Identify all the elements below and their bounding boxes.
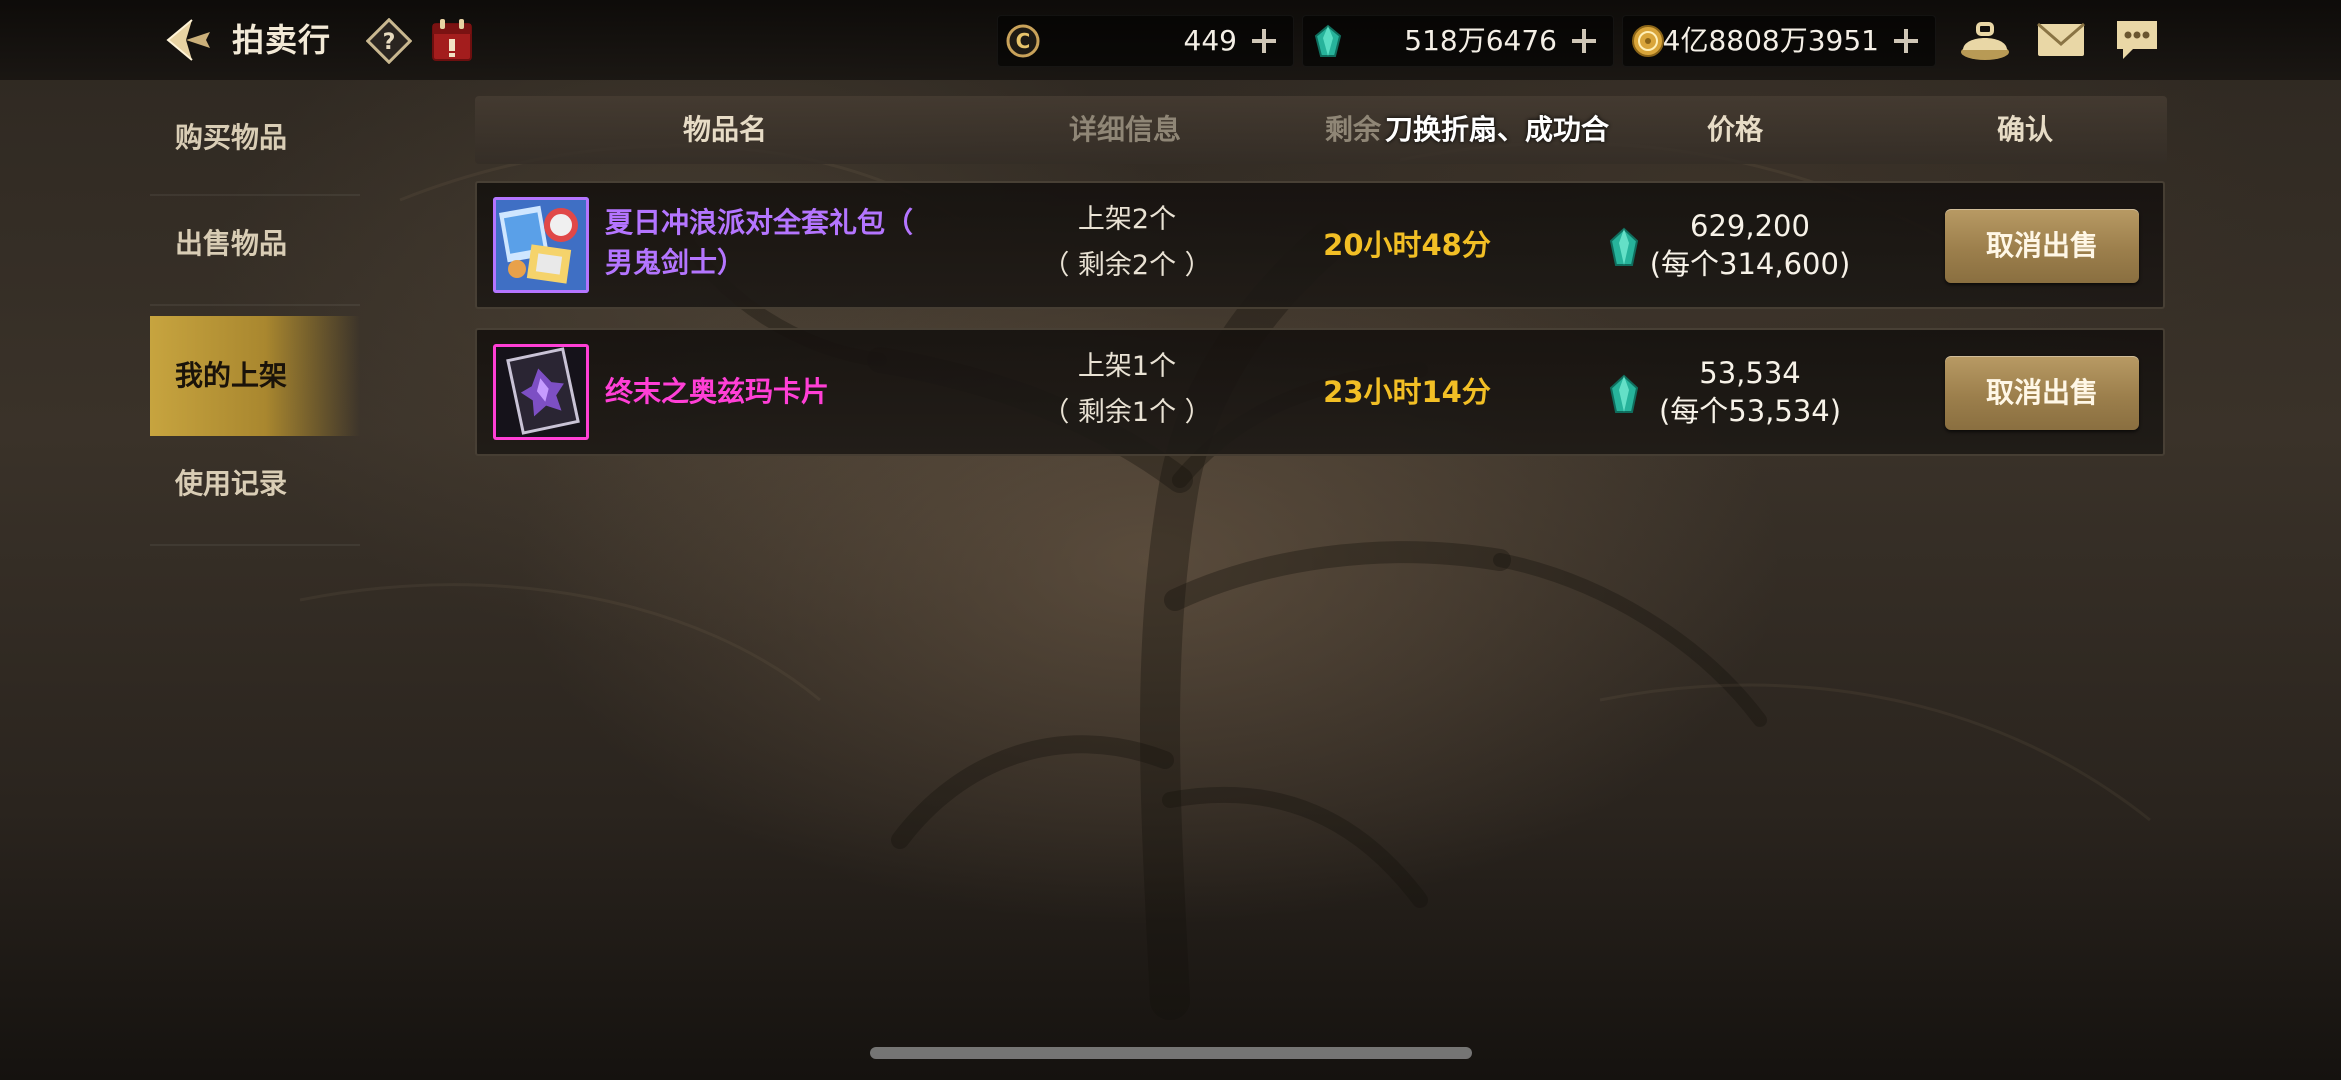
sidebar-item-sell[interactable]: 出售物品 [150,196,360,306]
table-row: 终末之奥兹玛卡片 上架1个 （ 剩余1个 ） 23小时14分 53,534 (每… [475,328,2165,456]
cancel-sale-button[interactable]: 取消出售 [1945,209,2139,283]
auction-house-screen: 拍卖行 ? C 449 518万6476 4亿8808万3951 购买物品 出售… [0,0,2341,1080]
c-coin-value: 449 [1183,24,1237,57]
column-header-detail: 详细信息 [1068,113,1181,146]
item-name-line-1: 夏日冲浪派对全套礼包（ [605,206,914,239]
remaining-count: （ 剩余1个 ） [1042,397,1212,428]
page-title: 拍卖行 [232,21,332,59]
svg-text:C: C [1016,29,1031,53]
gem-icon [1609,227,1639,266]
sidebar-item-my-listings[interactable]: 我的上架 [150,316,360,436]
price: 629,200 (每个314,600) [1645,207,1855,283]
price-each: (每个314,600) [1649,247,1851,281]
gem-value: 518万6476 [1404,24,1557,57]
home-indicator[interactable] [870,1047,1472,1059]
summer-party-package-icon [493,197,589,293]
scrolling-notice-text: 刀换折扇、成功合 [1385,113,1610,146]
inventory-bag-icon[interactable] [1958,18,2012,62]
gold-coin-icon [1632,25,1664,57]
time-remaining: 23小时14分 [1323,375,1491,409]
gold-value: 4亿8808万3951 [1662,24,1879,57]
gem-icon [1314,24,1342,57]
column-header-price: 价格 [1706,113,1763,146]
price-total: 53,534 [1699,356,1801,390]
item-name-line-2: 男鬼剑士） [605,246,746,279]
add-c-coin-icon[interactable] [1249,26,1279,56]
item-name[interactable]: 终末之奥兹玛卡片 [605,372,945,412]
item-name[interactable]: 夏日冲浪派对全套礼包（ 男鬼剑士） [605,203,945,283]
c-coin-counter: C 449 [997,15,1294,67]
listing-detail: 上架2个 （ 剩余2个 ） [1017,197,1237,289]
back-arrow-icon[interactable] [162,16,214,64]
chat-icon[interactable] [2113,17,2161,63]
add-gem-icon[interactable] [1569,26,1599,56]
column-header-name: 物品名 [682,113,767,146]
remaining-count: （ 剩余2个 ） [1042,250,1212,281]
price: 53,534 (每个53,534) [1645,354,1855,430]
help-icon[interactable]: ? [366,18,412,64]
c-coin-icon: C [1006,24,1040,58]
listed-count: 上架2个 [1077,204,1177,235]
cancel-sale-button[interactable]: 取消出售 [1945,356,2139,430]
ozma-card-icon [493,344,589,440]
svg-text:?: ? [383,30,396,55]
gem-counter: 518万6476 [1302,15,1614,67]
gem-icon [1609,374,1639,413]
listed-count: 上架1个 [1077,351,1177,382]
add-gold-icon[interactable] [1891,26,1921,56]
gold-counter: 4亿8808万3951 [1622,15,1936,67]
calendar-icon[interactable] [430,17,474,63]
mail-icon[interactable] [2036,20,2086,60]
price-each: (每个53,534) [1658,394,1842,428]
table-row: 夏日冲浪派对全套礼包（ 男鬼剑士） 上架2个 （ 剩余2个 ） 20小时48分 … [475,181,2165,309]
column-header-confirm: 确认 [1996,113,2053,146]
sidebar-item-buy[interactable]: 购买物品 [150,90,360,196]
sidebar: 购买物品 出售物品 我的上架 使用记录 [150,90,360,546]
price-total: 629,200 [1690,209,1810,243]
time-remaining: 20小时48分 [1323,228,1491,262]
listing-detail: 上架1个 （ 剩余1个 ） [1017,344,1237,436]
table-header: 物品名 详细信息 剩余 刀换折扇、成功合 价格 确认 [475,96,2167,164]
sidebar-item-history[interactable]: 使用记录 [150,436,360,546]
